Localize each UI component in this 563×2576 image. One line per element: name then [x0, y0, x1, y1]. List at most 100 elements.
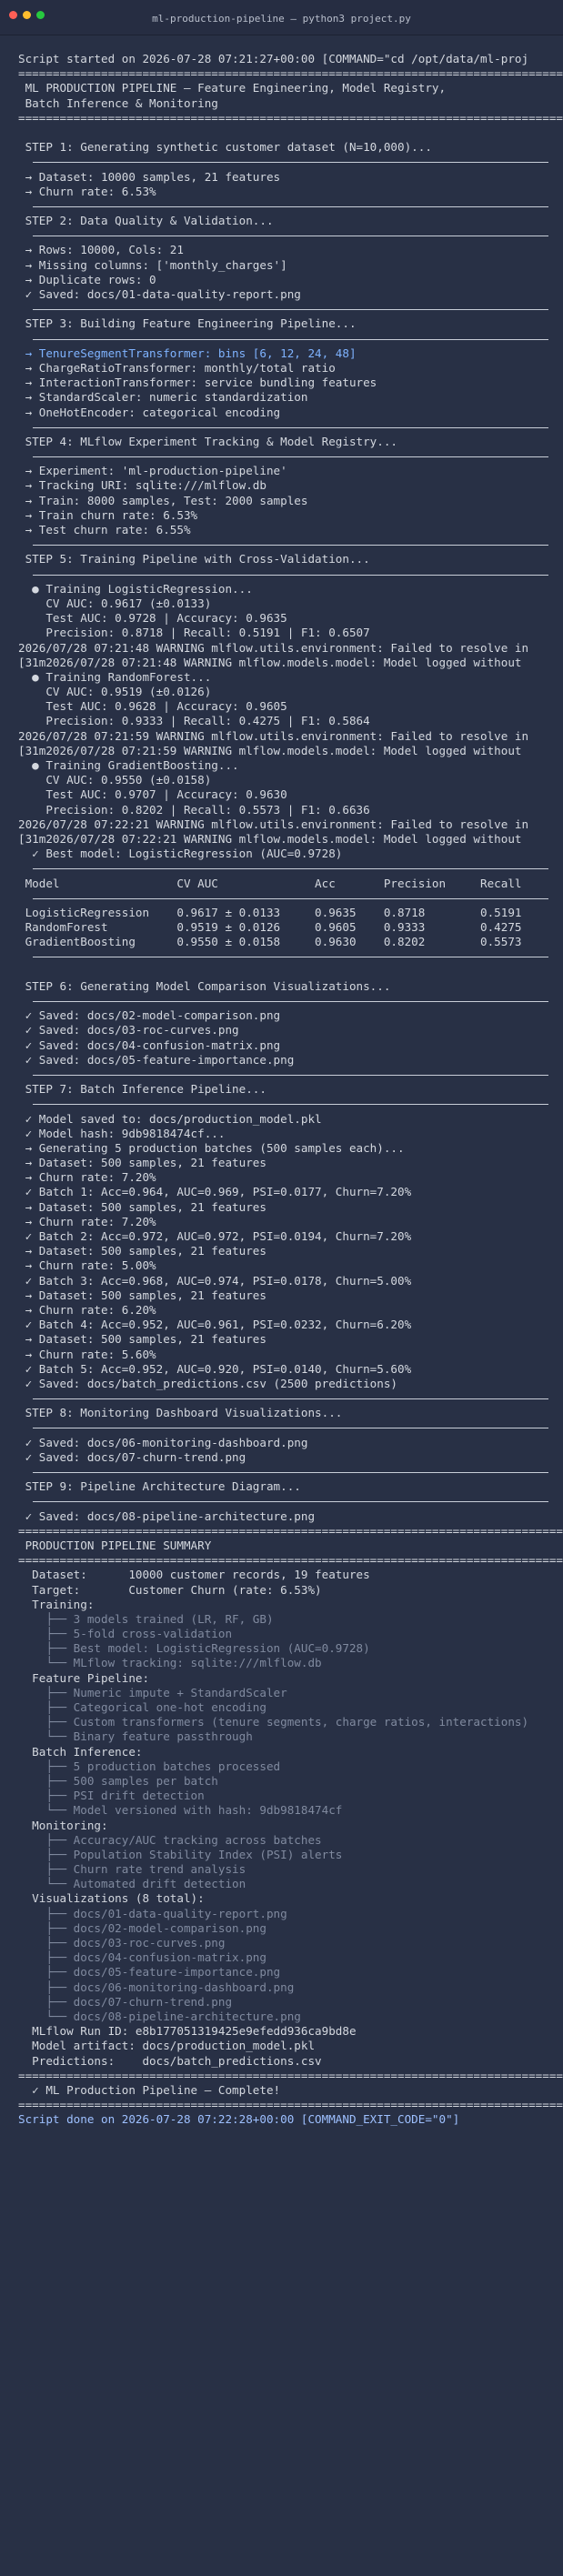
horizontal-rule	[33, 309, 548, 311]
terminal-line: ========================================…	[18, 2068, 563, 2082]
terminal-line: ✓ ML Production Pipeline — Complete!	[18, 2082, 281, 2097]
terminal-line: ✓ Batch 2: Acc=0.972, AUC=0.972, PSI=0.0…	[18, 1229, 412, 1243]
terminal-line: ✓ Model hash: 9db9818474cf...	[18, 1126, 226, 1140]
terminal-line: PRODUCTION PIPELINE SUMMARY	[18, 1538, 212, 1552]
terminal-line: ✓ Batch 5: Acc=0.952, AUC=0.920, PSI=0.0…	[18, 1361, 412, 1376]
terminal-line: ├── docs/03-roc-curves.png	[18, 1936, 226, 1950]
separator-line	[18, 449, 563, 464]
terminal-line: ✓ Saved: docs/03-roc-curves.png	[18, 1023, 239, 1037]
terminal-line: CV AUC: 0.9550 (±0.0158)	[18, 773, 212, 787]
terminal-line: ├── 500 samples per batch	[18, 1773, 218, 1788]
terminal-line: Visualizations (8 total):	[18, 1891, 205, 1906]
separator-line	[18, 302, 563, 316]
terminal-line: ========================================…	[18, 1523, 563, 1538]
terminal-line: ├── PSI drift detection	[18, 1789, 205, 1803]
terminal-line: ├── 5-fold cross-validation	[18, 1627, 233, 1641]
terminal-line: Predictions: docs/batch_predictions.csv	[18, 2053, 322, 2068]
terminal-line: └── Binary feature passthrough	[18, 1729, 253, 1744]
terminal-line: → StandardScaler: numeric standardizatio…	[18, 390, 308, 405]
horizontal-rule	[33, 1001, 548, 1002]
terminal-line: ├── Categorical one-hot encoding	[18, 1700, 266, 1714]
horizontal-rule	[33, 338, 548, 340]
terminal-line: → Generating 5 production batches (500 s…	[18, 1140, 405, 1155]
terminal-line: ✓ Saved: docs/04-confusion-matrix.png	[18, 1037, 281, 1052]
terminal-line: → Missing columns: ['monthly_charges']	[18, 257, 287, 272]
terminal-line: ├── Numeric impute + StandardScaler	[18, 1685, 287, 1699]
separator-line	[18, 949, 563, 964]
terminal-line: Model CV AUC Acc Precision Recall	[18, 876, 522, 890]
terminal-line: GradientBoosting 0.9550 ± 0.0158 0.9630 …	[18, 935, 522, 949]
terminal-line: Precision: 0.8718 | Recall: 0.5191 | F1:…	[18, 626, 370, 640]
terminal-line: Script started on 2026-07-28 07:21:27+00…	[18, 52, 529, 65]
terminal-line: → Dataset: 500 samples, 21 features	[18, 1332, 266, 1347]
terminal-line: → Dataset: 500 samples, 21 features	[18, 1156, 266, 1170]
terminal-line: Precision: 0.9333 | Recall: 0.4275 | F1:…	[18, 714, 370, 728]
terminal-line: ========================================…	[18, 1553, 563, 1568]
terminal-line: [31m2026/07/28 07:21:59 WARNING mlflow.m…	[18, 743, 522, 757]
terminal-line: 2026/07/28 07:21:48 WARNING mlflow.utils…	[18, 640, 529, 655]
window-title: ml-production-pipeline — python3 project…	[152, 13, 411, 25]
terminal-line: → InteractionTransformer: service bundli…	[18, 376, 377, 390]
separator-line	[18, 420, 563, 435]
terminal-line: → Tracking URI: sqlite:///mlflow.db	[18, 478, 266, 493]
terminal-line: ├── docs/05-feature-importance.png	[18, 1965, 281, 1980]
terminal-line: ✓ Saved: docs/batch_predictions.csv (250…	[18, 1376, 398, 1390]
terminal-line: STEP 7: Batch Inference Pipeline...	[18, 1082, 266, 1097]
horizontal-rule	[33, 897, 548, 899]
horizontal-rule	[33, 1472, 548, 1473]
separator-line	[18, 1420, 563, 1435]
terminal-line: → Duplicate rows: 0	[18, 272, 156, 286]
horizontal-rule	[33, 426, 548, 428]
terminal-line: ✓ Saved: docs/06-monitoring-dashboard.pn…	[18, 1435, 308, 1449]
terminal-line: → TenureSegmentTransformer: bins [6, 12,…	[18, 346, 357, 360]
horizontal-rule	[33, 574, 548, 576]
terminal-line: ✓ Saved: docs/08-pipeline-architecture.p…	[18, 1509, 316, 1523]
terminal-line: ✓ Saved: docs/07-churn-trend.png	[18, 1449, 246, 1464]
horizontal-rule	[33, 1501, 548, 1503]
horizontal-rule	[33, 868, 548, 870]
terminal-line: ├── 5 production batches processed	[18, 1759, 281, 1773]
terminal-line: └── Automated drift detection	[18, 1877, 246, 1891]
terminal-line: → Rows: 10000, Cols: 21	[18, 243, 184, 257]
terminal-line: → Experiment: 'ml-production-pipeline'	[18, 464, 287, 478]
terminal-line: ├── Accuracy/AUC tracking across batches	[18, 1832, 322, 1847]
terminal-line: STEP 8: Monitoring Dashboard Visualizati…	[18, 1406, 343, 1420]
terminal-line: ● Training RandomForest...	[18, 669, 212, 684]
terminal-line: ========================================…	[18, 66, 563, 81]
separator-line	[18, 567, 563, 582]
terminal-line: Batch Inference:	[18, 1744, 143, 1759]
terminal-line: → Churn rate: 5.60%	[18, 1347, 156, 1361]
terminal-line: → Dataset: 500 samples, 21 features	[18, 1288, 266, 1302]
terminal-line: LogisticRegression 0.9617 ± 0.0133 0.963…	[18, 905, 522, 919]
terminal-line: ├── docs/04-confusion-matrix.png	[18, 1950, 266, 1965]
terminal-line: ├── Population Stability Index (PSI) ale…	[18, 1847, 343, 1861]
horizontal-rule	[33, 456, 548, 458]
horizontal-rule	[33, 1074, 548, 1076]
separator-line	[18, 228, 563, 243]
horizontal-rule	[33, 205, 548, 207]
terminal-line: └── MLflow tracking: sqlite:///mlflow.db	[18, 1656, 322, 1670]
terminal-line: └── Model versioned with hash: 9db981847…	[18, 1803, 343, 1818]
terminal-line: CV AUC: 0.9617 (±0.0133)	[18, 596, 212, 610]
terminal-line: Dataset: 10000 customer records, 19 feat…	[18, 1568, 370, 1582]
separator-line	[18, 332, 563, 346]
terminal-line: → OneHotEncoder: categorical encoding	[18, 405, 281, 419]
terminal-line: STEP 6: Generating Model Comparison Visu…	[18, 978, 391, 993]
terminal-line: → Churn rate: 5.00%	[18, 1258, 156, 1273]
terminal-line: Batch Inference & Monitoring	[18, 95, 218, 110]
terminal-line: STEP 4: MLflow Experiment Tracking & Mod…	[18, 434, 398, 448]
terminal-line: [31m2026/07/28 07:21:48 WARNING mlflow.m…	[18, 655, 522, 669]
terminal-line: STEP 9: Pipeline Architecture Diagram...	[18, 1479, 301, 1494]
terminal-line: STEP 3: Building Feature Engineering Pip…	[18, 316, 357, 331]
terminal-line: → Churn rate: 7.20%	[18, 1214, 156, 1228]
terminal-line: ✓ Saved: docs/01-data-quality-report.png	[18, 287, 301, 301]
terminal-line: → Churn rate: 6.53%	[18, 184, 156, 198]
separator-line	[18, 1097, 563, 1111]
terminal-output[interactable]: Script started on 2026-07-28 07:21:27+00…	[0, 52, 563, 2127]
terminal-line: ├── docs/07-churn-trend.png	[18, 1994, 233, 2009]
terminal-line: → Dataset: 500 samples, 21 features	[18, 1199, 266, 1214]
title-bar: ml-production-pipeline — python3 project…	[0, 0, 563, 35]
horizontal-rule	[33, 162, 548, 164]
